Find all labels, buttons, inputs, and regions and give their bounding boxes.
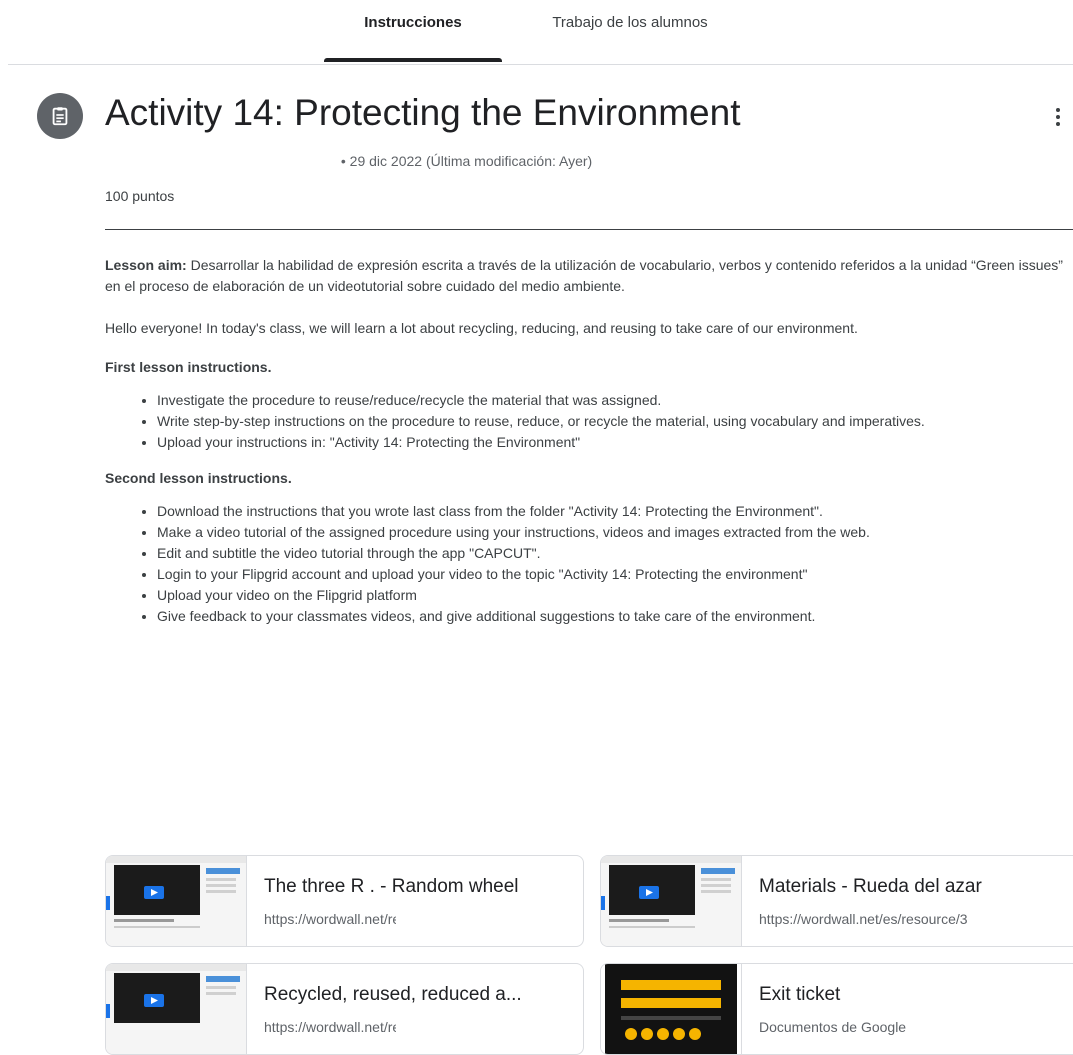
list-item: Give feedback to your classmates videos,… [157,606,1063,627]
header-divider [105,229,1073,230]
lesson-aim-text: Desarrollar la habilidad de expresión es… [105,257,1063,294]
second-lesson-heading: Second lesson instructions. [105,470,292,486]
attachment-card[interactable]: The three R . - Random wheel https://wor… [105,855,584,947]
attachment-title: The three R . - Random wheel [264,876,519,897]
attachment-title: Exit ticket [759,984,841,1005]
attachment-subtitle: Documentos de Google [759,1019,907,1035]
greeting-text: Hello everyone! In today's class, we wil… [105,320,858,336]
assignment-date: • 29 dic 2022 (Última modificación: Ayer… [340,153,593,169]
attachment-url: https://wordwall.net/resource/4044 [264,911,396,927]
tab-student-work-label: Trabajo de los alumnos [552,14,708,31]
second-lesson-list: Download the instructions that you wrote… [105,501,1063,627]
attachment-title: Recycled, reused, reduced a... [264,984,522,1005]
list-item: Make a video tutorial of the assigned pr… [157,522,1063,543]
attachment-url: https://wordwall.net/es/resource/3 [759,911,968,927]
attachment-card[interactable]: Materials - Rueda del azar https://wordw… [600,855,1073,947]
attachment-thumbnail [601,964,742,1054]
list-item: Write step-by-step instructions on the p… [157,411,1063,432]
tab-student-work[interactable]: Trabajo de los alumnos [520,0,740,60]
author-name-redacted [105,154,337,166]
tabs-divider [8,64,1073,65]
assignment-title: Activity 14: Protecting the Environment [105,92,741,133]
more-vert-icon[interactable] [1048,102,1068,132]
list-item: Upload your instructions in: "Activity 1… [157,432,1063,453]
first-lesson-heading: First lesson instructions. [105,359,272,375]
tab-instructions-label: Instrucciones [364,14,462,31]
active-tab-indicator [324,58,502,62]
list-item: Download the instructions that you wrote… [157,501,1063,522]
attachment-card[interactable]: Recycled, reused, reduced a... https://w… [105,963,584,1055]
attachment-card[interactable]: Exit ticket Documentos de Google [600,963,1073,1055]
assignment-points: 100 puntos [105,188,175,204]
attachment-url: https://wordwall.net/resource/4039 [264,1019,396,1035]
lesson-aim-label: Lesson aim: [105,257,187,273]
list-item: Login to your Flipgrid account and uploa… [157,564,1063,585]
list-item: Investigate the procedure to reuse/reduc… [157,390,1063,411]
first-lesson-list: Investigate the procedure to reuse/reduc… [105,390,1063,453]
assignment-meta: • 29 dic 2022 (Última modificación: Ayer… [105,153,592,169]
lesson-aim: Lesson aim: Desarrollar la habilidad de … [105,255,1063,297]
tab-bar: Instrucciones Trabajo de los alumnos [0,0,1073,62]
attachment-thumbnail [106,964,247,1054]
attachment-title: Materials - Rueda del azar [759,876,982,897]
attachment-thumbnail [106,856,247,946]
list-item: Edit and subtitle the video tutorial thr… [157,543,1063,564]
attachment-thumbnail [601,856,742,946]
tab-instructions[interactable]: Instrucciones [324,0,502,62]
assignment-description: Lesson aim: Desarrollar la habilidad de … [105,255,1063,642]
list-item: Upload your video on the Flipgrid platfo… [157,585,1063,606]
assignment-icon [37,93,83,139]
